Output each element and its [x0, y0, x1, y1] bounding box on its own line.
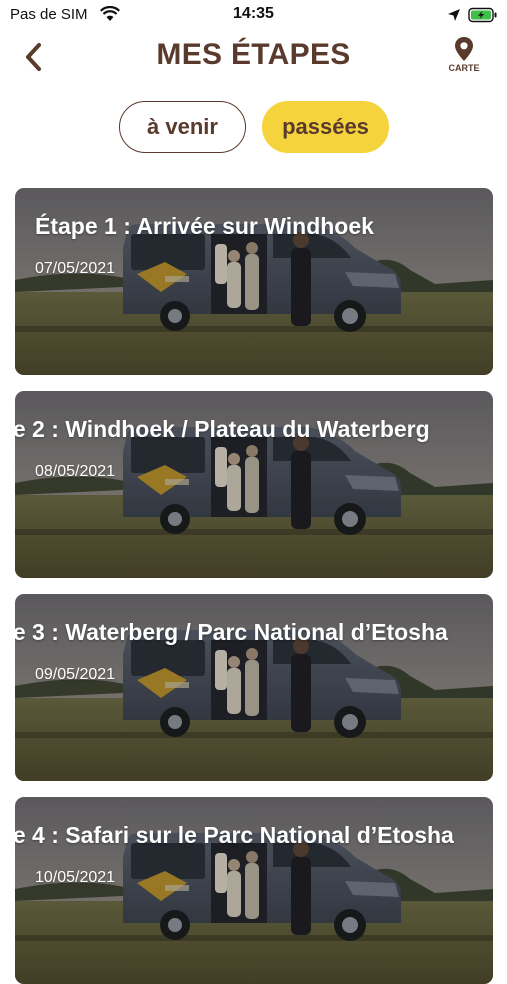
tab-upcoming[interactable]: à venir — [119, 101, 246, 153]
stage-title: Étape 2 : Windhoek / Plateau du Waterber… — [15, 416, 430, 442]
tab-past[interactable]: passées — [262, 101, 389, 153]
stage-date: 08/05/2021 — [35, 463, 116, 480]
stage-date: 07/05/2021 — [35, 260, 116, 277]
battery-icon — [468, 7, 497, 23]
stage-title: Étape 4 : Safari sur le Parc National d’… — [15, 822, 454, 848]
location-arrow-icon — [448, 9, 460, 21]
stage-title: Étape 3 : Waterberg / Parc National d’Et… — [15, 619, 448, 645]
stage-card[interactable]: Étape 1 : Arrivée sur Windhoek 07/05/202… — [15, 188, 493, 375]
page-title: MES ÉTAPES — [156, 38, 351, 71]
map-label: CARTE — [448, 63, 480, 73]
stage-card[interactable]: Étape 3 : Waterberg / Parc National d’Et… — [15, 594, 493, 781]
stage-title: Étape 1 : Arrivée sur Windhoek — [35, 213, 374, 239]
stage-date: 10/05/2021 — [35, 869, 116, 886]
status-bar: Pas de SIM 14:35 — [0, 0, 507, 30]
map-button[interactable]: CARTE — [440, 36, 488, 80]
map-pin-icon — [455, 37, 473, 61]
stage-date: 09/05/2021 — [35, 666, 116, 683]
stage-card[interactable]: Étape 4 : Safari sur le Parc National d’… — [15, 797, 493, 984]
stage-card[interactable]: Étape 2 : Windhoek / Plateau du Waterber… — [15, 391, 493, 578]
clock: 14:35 — [233, 5, 274, 22]
